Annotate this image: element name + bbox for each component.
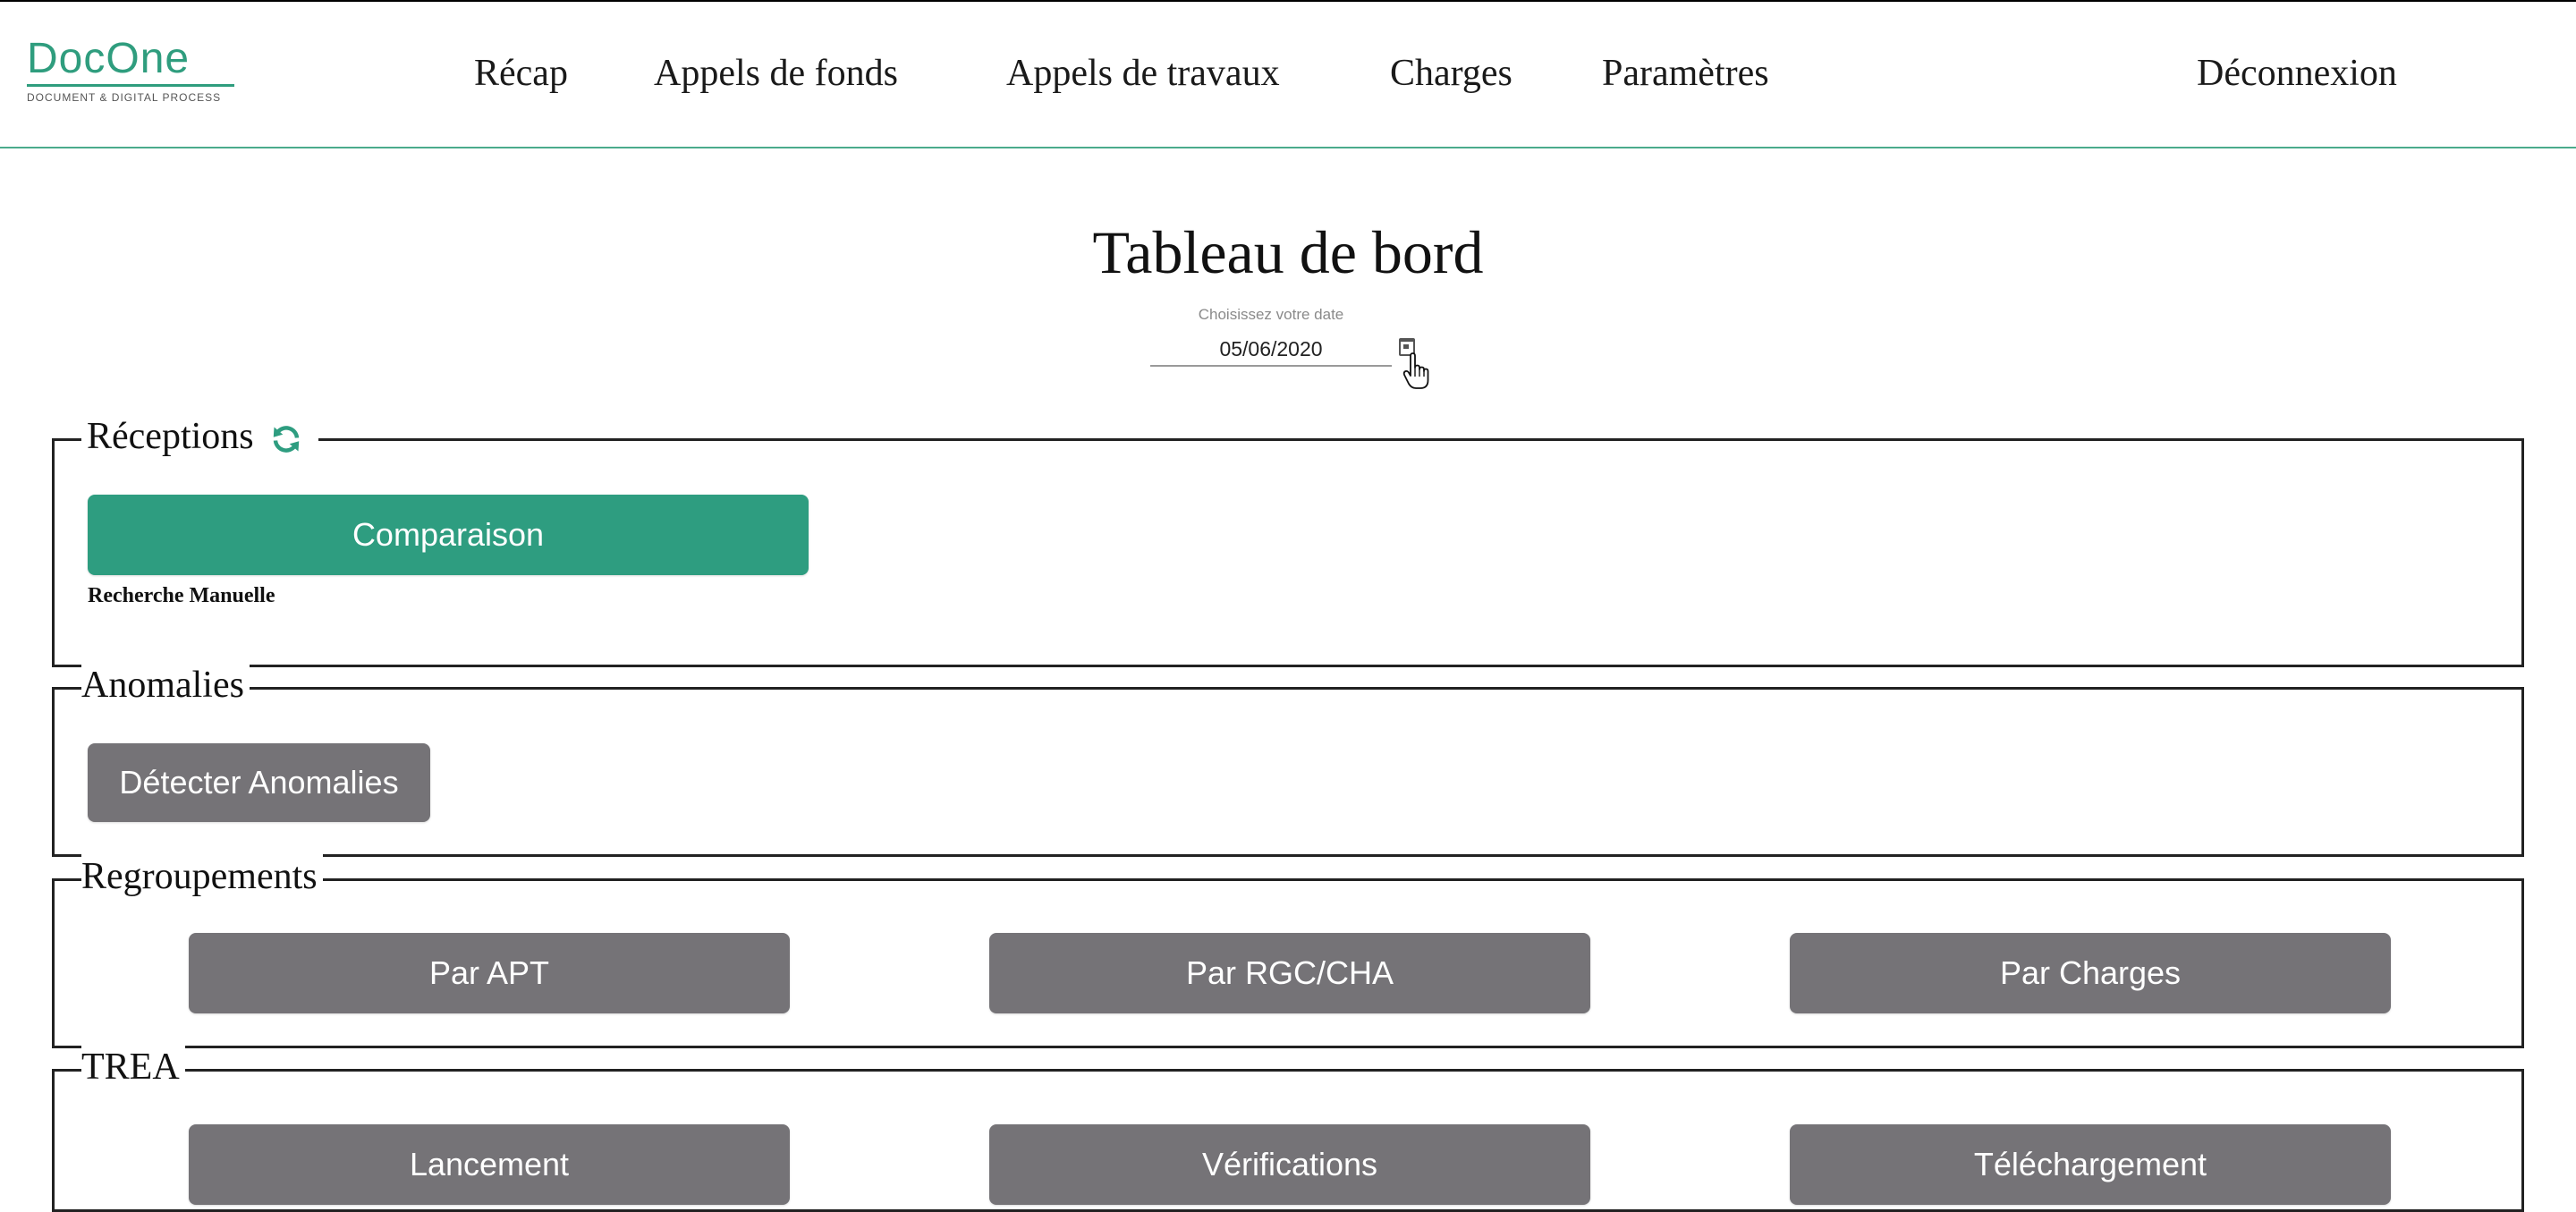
logout-link[interactable]: Déconnexion [2197,52,2397,95]
section-title-regroupements: Regroupements [81,854,323,899]
section-receptions: Réceptions Comparaison Recherche Manuell… [52,414,2524,667]
lancement-button[interactable]: Lancement [189,1124,790,1205]
section-title-receptions: Réceptions [87,416,254,457]
telechargement-button[interactable]: Téléchargement [1790,1124,2391,1205]
section-anomalies: Anomalies Détecter Anomalies [52,663,2524,857]
detect-anomalies-button[interactable]: Détecter Anomalies [88,743,430,822]
refresh-icon[interactable] [270,423,302,455]
section-trea: TREA Lancement Vérifications Téléchargem… [52,1045,2524,1212]
manual-search-caption: Recherche Manuelle [88,584,275,607]
docone-logo[interactable]: DocOne DOCUMENT & DIGITAL PROCESS [27,38,242,109]
par-charges-button[interactable]: Par Charges [1790,933,2391,1013]
comparaison-button[interactable]: Comparaison [88,495,809,575]
top-navbar: DocOne DOCUMENT & DIGITAL PROCESS Récap … [0,2,2576,148]
par-rgc-cha-button[interactable]: Par RGC/CHA [989,933,1590,1013]
logo-name: DocOne [27,35,191,82]
nav-item-recap[interactable]: Récap [474,52,568,95]
date-picker-label: Choisissez votre date [1198,306,1344,323]
verifications-button[interactable]: Vérifications [989,1124,1590,1205]
hand-pointer-icon [1402,352,1429,389]
logo-tagline: DOCUMENT & DIGITAL PROCESS [27,91,222,104]
par-apt-button[interactable]: Par APT [189,933,790,1013]
nav-item-charges[interactable]: Charges [1390,52,1513,95]
page-title: Tableau de bord [1092,218,1484,286]
section-title-trea: TREA [81,1045,185,1089]
nav-item-parametres[interactable]: Paramètres [1602,52,1769,95]
date-picker: Choisissez votre date [1150,306,1429,389]
section-title-anomalies: Anomalies [81,663,250,708]
logo-underline [27,84,234,87]
date-input[interactable] [1150,333,1392,367]
section-regroupements: Regroupements Par APT Par RGC/CHA Par Ch… [52,854,2524,1048]
section-legend-receptions: Réceptions [81,414,318,459]
nav-item-appels-de-fonds[interactable]: Appels de fonds [654,52,898,95]
nav-item-appels-de-travaux[interactable]: Appels de travaux [1006,52,1280,95]
